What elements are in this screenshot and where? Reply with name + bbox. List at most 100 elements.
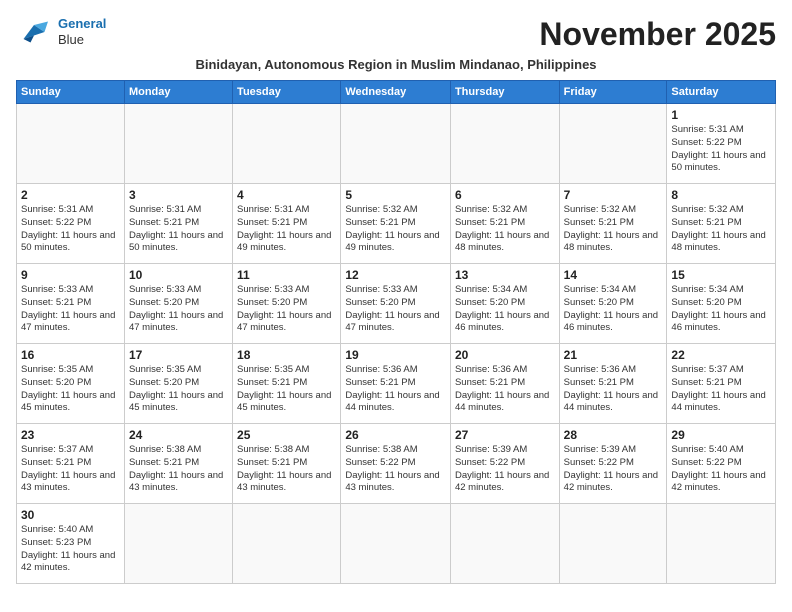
day-number: 22 (671, 348, 771, 362)
calendar-cell (124, 104, 232, 184)
weekday-header: Friday (559, 81, 667, 104)
day-info: Sunrise: 5:35 AM Sunset: 5:20 PM Dayligh… (21, 364, 120, 415)
day-number: 7 (564, 188, 663, 202)
logo-text: GeneralBlue (58, 16, 106, 47)
calendar-week-row: 30 Sunrise: 5:40 AM Sunset: 5:23 PM Dayli… (17, 504, 776, 584)
calendar-cell: 9 Sunrise: 5:33 AM Sunset: 5:21 PM Daylig… (17, 264, 125, 344)
weekday-header: Thursday (450, 81, 559, 104)
day-info: Sunrise: 5:35 AM Sunset: 5:20 PM Dayligh… (129, 364, 228, 415)
logo-icon (16, 18, 52, 46)
day-number: 29 (671, 428, 771, 442)
day-number: 18 (237, 348, 336, 362)
calendar-cell: 7 Sunrise: 5:32 AM Sunset: 5:21 PM Daylig… (559, 184, 667, 264)
calendar-cell: 10Sunrise: 5:33 AM Sunset: 5:20 PM Dayli… (124, 264, 232, 344)
calendar-cell: 20 Sunrise: 5:36 AM Sunset: 5:21 PM Dayli… (450, 344, 559, 424)
day-info: Sunrise: 5:39 AM Sunset: 5:22 PM Dayligh… (455, 444, 555, 495)
day-number: 1 (671, 108, 771, 122)
weekday-header: Sunday (17, 81, 125, 104)
day-info: Sunrise: 5:32 AM Sunset: 5:21 PM Dayligh… (345, 204, 446, 255)
calendar-cell: 19 Sunrise: 5:36 AM Sunset: 5:21 PM Dayli… (341, 344, 451, 424)
day-info: Sunrise: 5:37 AM Sunset: 5:21 PM Dayligh… (671, 364, 771, 415)
calendar-cell: 2Sunrise: 5:31 AM Sunset: 5:22 PM Daylig… (17, 184, 125, 264)
day-info: Sunrise: 5:32 AM Sunset: 5:21 PM Dayligh… (455, 204, 555, 255)
day-info: Sunrise: 5:31 AM Sunset: 5:21 PM Dayligh… (237, 204, 336, 255)
calendar-week-row: 16Sunrise: 5:35 AM Sunset: 5:20 PM Dayli… (17, 344, 776, 424)
calendar-cell: 8 Sunrise: 5:32 AM Sunset: 5:21 PM Daylig… (667, 184, 776, 264)
day-number: 5 (345, 188, 446, 202)
calendar-cell (341, 504, 451, 584)
day-number: 20 (455, 348, 555, 362)
day-number: 30 (21, 508, 120, 522)
calendar-cell: 26Sunrise: 5:38 AM Sunset: 5:22 PM Dayli… (341, 424, 451, 504)
calendar-cell: 6 Sunrise: 5:32 AM Sunset: 5:21 PM Daylig… (450, 184, 559, 264)
calendar-cell: 25 Sunrise: 5:38 AM Sunset: 5:21 PM Dayli… (233, 424, 341, 504)
day-number: 24 (129, 428, 228, 442)
day-number: 12 (345, 268, 446, 282)
calendar-cell: 4 Sunrise: 5:31 AM Sunset: 5:21 PM Daylig… (233, 184, 341, 264)
calendar-cell: 22 Sunrise: 5:37 AM Sunset: 5:21 PM Dayli… (667, 344, 776, 424)
day-number: 15 (671, 268, 771, 282)
calendar-cell (233, 504, 341, 584)
day-number: 26 (345, 428, 446, 442)
calendar-week-row: 23Sunrise: 5:37 AM Sunset: 5:21 PM Dayli… (17, 424, 776, 504)
calendar-cell: 17 Sunrise: 5:35 AM Sunset: 5:20 PM Dayli… (124, 344, 232, 424)
day-info: Sunrise: 5:31 AM Sunset: 5:21 PM Dayligh… (129, 204, 228, 255)
day-number: 4 (237, 188, 336, 202)
calendar-cell (124, 504, 232, 584)
calendar-cell: 5 Sunrise: 5:32 AM Sunset: 5:21 PM Daylig… (341, 184, 451, 264)
day-info: Sunrise: 5:34 AM Sunset: 5:20 PM Dayligh… (564, 284, 663, 335)
calendar-cell: 24 Sunrise: 5:38 AM Sunset: 5:21 PM Dayli… (124, 424, 232, 504)
day-info: Sunrise: 5:32 AM Sunset: 5:21 PM Dayligh… (671, 204, 771, 255)
calendar-week-row: 1 Sunrise: 5:31 AM Sunset: 5:22 PM Daylig… (17, 104, 776, 184)
day-number: 13 (455, 268, 555, 282)
calendar-cell: 28 Sunrise: 5:39 AM Sunset: 5:22 PM Dayli… (559, 424, 667, 504)
day-number: 19 (345, 348, 446, 362)
month-title: November 2025 (539, 16, 776, 53)
day-info: Sunrise: 5:36 AM Sunset: 5:21 PM Dayligh… (455, 364, 555, 415)
header: GeneralBlue November 2025 (16, 16, 776, 53)
day-number: 28 (564, 428, 663, 442)
day-info: Sunrise: 5:31 AM Sunset: 5:22 PM Dayligh… (671, 124, 771, 175)
calendar-week-row: 2Sunrise: 5:31 AM Sunset: 5:22 PM Daylig… (17, 184, 776, 264)
day-info: Sunrise: 5:36 AM Sunset: 5:21 PM Dayligh… (564, 364, 663, 415)
day-number: 23 (21, 428, 120, 442)
weekday-header: Tuesday (233, 81, 341, 104)
calendar-cell: 30 Sunrise: 5:40 AM Sunset: 5:23 PM Dayli… (17, 504, 125, 584)
calendar-cell: 16Sunrise: 5:35 AM Sunset: 5:20 PM Dayli… (17, 344, 125, 424)
day-info: Sunrise: 5:35 AM Sunset: 5:21 PM Dayligh… (237, 364, 336, 415)
day-info: Sunrise: 5:33 AM Sunset: 5:21 PM Dayligh… (21, 284, 120, 335)
day-number: 25 (237, 428, 336, 442)
calendar-cell: 29Sunrise: 5:40 AM Sunset: 5:22 PM Dayli… (667, 424, 776, 504)
calendar-cell: 18 Sunrise: 5:35 AM Sunset: 5:21 PM Dayli… (233, 344, 341, 424)
day-info: Sunrise: 5:38 AM Sunset: 5:21 PM Dayligh… (129, 444, 228, 495)
subtitle: Binidayan, Autonomous Region in Muslim M… (16, 57, 776, 72)
day-number: 6 (455, 188, 555, 202)
calendar-cell (341, 104, 451, 184)
calendar-cell: 27 Sunrise: 5:39 AM Sunset: 5:22 PM Dayli… (450, 424, 559, 504)
day-number: 17 (129, 348, 228, 362)
day-info: Sunrise: 5:36 AM Sunset: 5:21 PM Dayligh… (345, 364, 446, 415)
day-number: 8 (671, 188, 771, 202)
calendar-cell (667, 504, 776, 584)
calendar-cell: 21Sunrise: 5:36 AM Sunset: 5:21 PM Dayli… (559, 344, 667, 424)
day-number: 14 (564, 268, 663, 282)
day-info: Sunrise: 5:38 AM Sunset: 5:21 PM Dayligh… (237, 444, 336, 495)
calendar-cell: 12 Sunrise: 5:33 AM Sunset: 5:20 PM Dayli… (341, 264, 451, 344)
calendar-cell (559, 504, 667, 584)
calendar-cell (233, 104, 341, 184)
calendar-cell: 3Sunrise: 5:31 AM Sunset: 5:21 PM Daylig… (124, 184, 232, 264)
weekday-header: Monday (124, 81, 232, 104)
calendar-header-row: SundayMondayTuesdayWednesdayThursdayFrid… (17, 81, 776, 104)
day-number: 9 (21, 268, 120, 282)
day-info: Sunrise: 5:32 AM Sunset: 5:21 PM Dayligh… (564, 204, 663, 255)
day-info: Sunrise: 5:33 AM Sunset: 5:20 PM Dayligh… (129, 284, 228, 335)
calendar-cell: 15Sunrise: 5:34 AM Sunset: 5:20 PM Dayli… (667, 264, 776, 344)
calendar-cell: 13Sunrise: 5:34 AM Sunset: 5:20 PM Dayli… (450, 264, 559, 344)
day-number: 27 (455, 428, 555, 442)
calendar-cell (559, 104, 667, 184)
day-info: Sunrise: 5:40 AM Sunset: 5:23 PM Dayligh… (21, 524, 120, 575)
day-info: Sunrise: 5:33 AM Sunset: 5:20 PM Dayligh… (345, 284, 446, 335)
logo: GeneralBlue (16, 16, 106, 47)
day-info: Sunrise: 5:39 AM Sunset: 5:22 PM Dayligh… (564, 444, 663, 495)
calendar-cell: 23Sunrise: 5:37 AM Sunset: 5:21 PM Dayli… (17, 424, 125, 504)
